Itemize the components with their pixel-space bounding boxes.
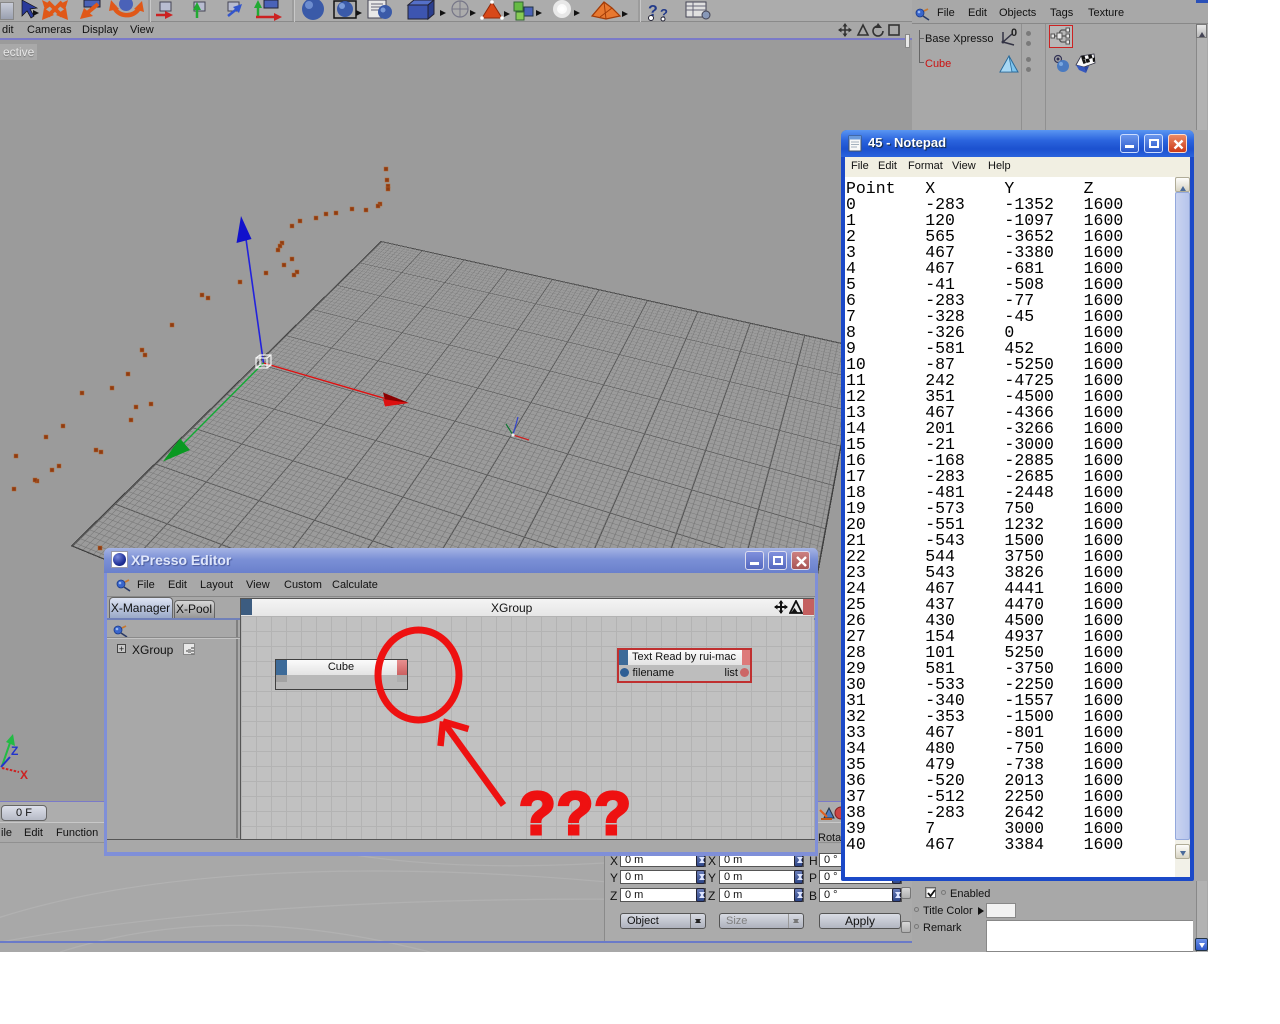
svg-text:X: X bbox=[20, 768, 28, 782]
svg-text:Z: Z bbox=[11, 744, 18, 758]
